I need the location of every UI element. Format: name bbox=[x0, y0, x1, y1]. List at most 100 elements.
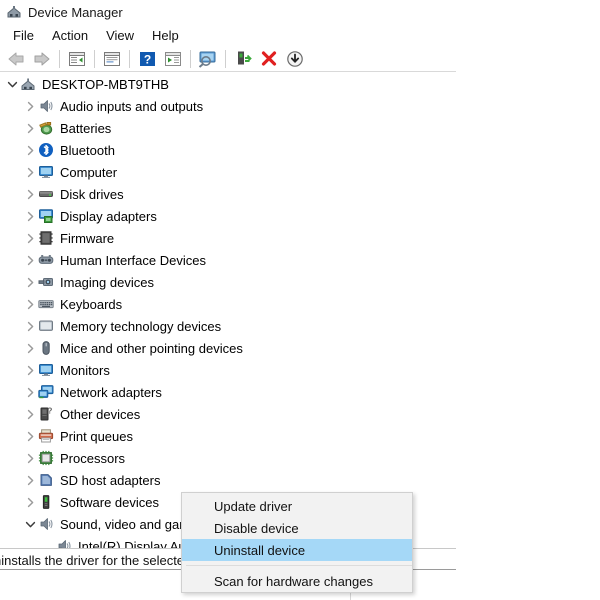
chevron-right-icon[interactable] bbox=[22, 164, 38, 180]
chevron-right-icon[interactable] bbox=[22, 406, 38, 422]
export-list-button[interactable] bbox=[160, 47, 186, 71]
context-menu-item-1[interactable]: Disable device bbox=[182, 517, 412, 539]
chevron-right-icon[interactable] bbox=[22, 472, 38, 488]
bluetooth-icon bbox=[38, 142, 54, 158]
chevron-right-icon[interactable] bbox=[22, 340, 38, 356]
svg-text:?: ? bbox=[47, 406, 52, 416]
chevron-right-icon[interactable] bbox=[22, 186, 38, 202]
chevron-right-icon[interactable] bbox=[22, 494, 38, 510]
tree-item-13[interactable]: Network adapters bbox=[0, 381, 456, 403]
tree-item-17[interactable]: SD host adapters bbox=[0, 469, 456, 491]
disk-drive-icon bbox=[38, 186, 54, 202]
display-adapter-icon bbox=[38, 208, 54, 224]
tree-item-label: Monitors bbox=[60, 362, 110, 378]
menu-help[interactable]: Help bbox=[143, 26, 188, 45]
speaker-icon bbox=[56, 538, 72, 548]
toolbar-separator-2 bbox=[94, 49, 95, 68]
tree-item-11[interactable]: Mice and other pointing devices bbox=[0, 337, 456, 359]
chevron-right-icon[interactable] bbox=[22, 362, 38, 378]
chevron-right-icon[interactable] bbox=[22, 208, 38, 224]
show-hide-console-tree-button[interactable] bbox=[64, 47, 90, 71]
context-menu-item-4[interactable]: Scan for hardware changes bbox=[182, 570, 412, 592]
tree-item-label: Disk drives bbox=[60, 186, 124, 202]
tree-item-label: Software devices bbox=[60, 494, 159, 510]
chevron-right-icon[interactable] bbox=[22, 230, 38, 246]
tree-item-8[interactable]: Imaging devices bbox=[0, 271, 456, 293]
tree-item-label: Batteries bbox=[60, 120, 112, 136]
chevron-right-icon[interactable] bbox=[22, 428, 38, 444]
context-menu-item-label: Disable device bbox=[214, 520, 299, 536]
tree-root-row[interactable]: DESKTOP-MBT9THB bbox=[0, 73, 456, 95]
context-menu-item-2[interactable]: Uninstall device bbox=[182, 539, 412, 561]
tree-item-label: Mice and other pointing devices bbox=[60, 340, 243, 356]
mouse-icon bbox=[38, 340, 54, 356]
uninstall-device-button[interactable] bbox=[256, 47, 282, 71]
menu-action[interactable]: Action bbox=[43, 26, 97, 45]
tree-item-label: Human Interface Devices bbox=[60, 252, 206, 268]
tree-item-10[interactable]: Memory technology devices bbox=[0, 315, 456, 337]
chevron-down-icon[interactable] bbox=[4, 76, 20, 92]
tree-item-label: Imaging devices bbox=[60, 274, 154, 290]
keyboard-icon bbox=[38, 296, 54, 312]
chevron-right-icon[interactable] bbox=[22, 296, 38, 312]
context-menu-item-0[interactable]: Update driver bbox=[182, 495, 412, 517]
update-driver-button[interactable] bbox=[230, 47, 256, 71]
chevron-right-icon[interactable] bbox=[22, 318, 38, 334]
tree-item-7[interactable]: Human Interface Devices bbox=[0, 249, 456, 271]
tree-item-14[interactable]: ? Other devices bbox=[0, 403, 456, 425]
tree-item-1[interactable]: Batteries bbox=[0, 117, 456, 139]
forward-button[interactable] bbox=[29, 47, 55, 71]
chevron-right-icon[interactable] bbox=[22, 274, 38, 290]
tree-item-15[interactable]: Print queues bbox=[0, 425, 456, 447]
toolbar-separator-1 bbox=[59, 49, 60, 68]
tree-item-label: Bluetooth bbox=[60, 142, 115, 158]
tree-item-label: Keyboards bbox=[60, 296, 123, 312]
speaker-icon bbox=[38, 516, 54, 532]
help-button[interactable]: ? bbox=[134, 47, 160, 71]
context-menu-separator bbox=[186, 565, 412, 566]
screen: Device Manager File Action View Help ? D… bbox=[0, 0, 600, 600]
printer-icon bbox=[38, 428, 54, 444]
menu-view[interactable]: View bbox=[97, 26, 143, 45]
tree-item-label: Processors bbox=[60, 450, 126, 466]
window-title: Device Manager bbox=[28, 4, 123, 20]
sd-card-icon bbox=[38, 472, 54, 488]
tree-item-2[interactable]: Bluetooth bbox=[0, 139, 456, 161]
svg-text:?: ? bbox=[143, 52, 150, 66]
monitor-icon bbox=[38, 362, 54, 378]
tree-item-16[interactable]: Processors bbox=[0, 447, 456, 469]
scan-for-hardware-changes-button[interactable] bbox=[195, 47, 221, 71]
tree-item-label: Other devices bbox=[60, 406, 141, 422]
tree-item-9[interactable]: Keyboards bbox=[0, 293, 456, 315]
tree-item-12[interactable]: Monitors bbox=[0, 359, 456, 381]
tree-item-6[interactable]: Firmware bbox=[0, 227, 456, 249]
chevron-right-icon[interactable] bbox=[22, 450, 38, 466]
context-menu[interactable]: Update driver Disable device Uninstall dev… bbox=[181, 492, 413, 593]
chevron-right-icon[interactable] bbox=[22, 384, 38, 400]
chevron-right-icon[interactable] bbox=[22, 252, 38, 268]
tree-item-5[interactable]: Display adapters bbox=[0, 205, 456, 227]
back-button[interactable] bbox=[3, 47, 29, 71]
tree-root-label: DESKTOP-MBT9THB bbox=[42, 76, 169, 92]
battery-icon bbox=[38, 120, 54, 136]
disable-device-button[interactable] bbox=[282, 47, 308, 71]
firmware-chip-icon bbox=[38, 230, 54, 246]
properties-button[interactable] bbox=[99, 47, 125, 71]
chevron-right-icon[interactable] bbox=[22, 98, 38, 114]
tree-item-label: Audio inputs and outputs bbox=[60, 98, 204, 114]
menu-bar: File Action View Help bbox=[0, 24, 456, 46]
chevron-right-icon[interactable] bbox=[22, 142, 38, 158]
toolbar-separator-4 bbox=[190, 49, 191, 68]
chevron-right-icon[interactable] bbox=[22, 120, 38, 136]
context-menu-item-label: Uninstall device bbox=[214, 542, 306, 558]
tree-item-0[interactable]: Audio inputs and outputs bbox=[0, 95, 456, 117]
tree-item-label: Display adapters bbox=[60, 208, 157, 224]
chevron-down-icon[interactable] bbox=[22, 516, 38, 532]
tree-item-4[interactable]: Disk drives bbox=[0, 183, 456, 205]
device-tree[interactable]: DESKTOP-MBT9THB Audio inputs and outputs B… bbox=[0, 73, 456, 548]
menu-file[interactable]: File bbox=[4, 26, 43, 45]
computer-root-icon bbox=[20, 76, 36, 92]
software-device-icon bbox=[38, 494, 54, 510]
tree-item-3[interactable]: Computer bbox=[0, 161, 456, 183]
